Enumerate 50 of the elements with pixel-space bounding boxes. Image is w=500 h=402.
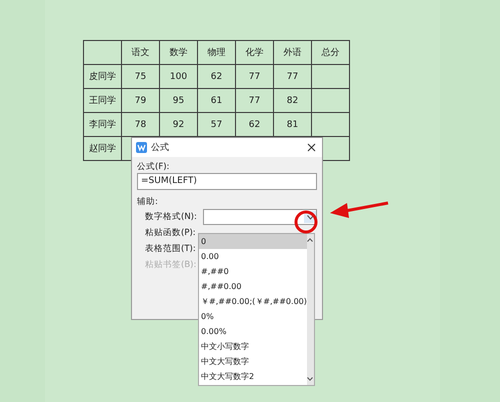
dropdown-option[interactable]: 0.00% [199, 324, 307, 339]
table-cell: 皮同学 [84, 64, 122, 88]
dropdown-option[interactable]: 中文大写数字2 [199, 369, 307, 384]
table-cell: 95 [160, 88, 198, 112]
table-cell: 外语 [274, 40, 312, 64]
formula-field[interactable]: =SUM(LEFT) [137, 173, 317, 190]
annotation-arrow [330, 202, 388, 218]
table-cell [312, 88, 350, 112]
table-cell: 100 [160, 64, 198, 88]
table-cell: 77 [274, 64, 312, 88]
table-cell: 82 [274, 88, 312, 112]
dropdown-option[interactable]: ￥#,##0.00;(￥#,##0.00) [199, 294, 307, 309]
number-format-dropdown[interactable] [203, 209, 317, 225]
table-cell: 61 [198, 88, 236, 112]
table-cell: 79 [122, 88, 160, 112]
field-label: 数字格式(N): [145, 211, 198, 223]
field-label: 表格范围(T): [145, 243, 197, 255]
table-cell [84, 40, 122, 64]
dropdown-option[interactable]: 0 [199, 234, 307, 249]
close-icon[interactable] [307, 143, 316, 152]
table-cell: 77 [236, 88, 274, 112]
dropdown-option[interactable]: 中文大写数字 [199, 354, 307, 369]
dropdown-option[interactable]: #,##0.00 [199, 279, 307, 294]
dialog-title: 公式 [151, 142, 170, 154]
table-cell: 62 [198, 64, 236, 88]
field-label: 粘贴函数(P): [145, 227, 197, 239]
table-cell: 物理 [198, 40, 236, 64]
highlight-circle [294, 210, 318, 234]
table-cell: 王同学 [84, 88, 122, 112]
dropdown-option[interactable]: 0% [199, 309, 307, 324]
table-cell: 赵同学 [84, 136, 122, 160]
table-cell [312, 64, 350, 88]
scrollbar[interactable] [306, 234, 314, 385]
chevron-down-icon[interactable] [307, 377, 314, 381]
table-cell: 75 [122, 64, 160, 88]
dropdown-option[interactable]: #,##0 [199, 264, 307, 279]
dropdown-option[interactable]: 中文小写数字 [199, 339, 307, 354]
table-cell: 77 [236, 64, 274, 88]
table-cell: 李同学 [84, 112, 122, 136]
dropdown-option[interactable]: 0.00 [199, 249, 307, 264]
chevron-up-icon[interactable] [307, 238, 314, 242]
field-label: 公式(F): [137, 161, 170, 173]
table-cell: 总分 [312, 40, 350, 64]
section-label: 辅助: [137, 196, 159, 208]
table-cell: 化学 [236, 40, 274, 64]
table-cell [312, 112, 350, 136]
app-logo-icon [136, 142, 147, 153]
field-label: 粘贴书签(B): [145, 259, 198, 271]
table-cell: 数学 [160, 40, 198, 64]
table-cell: 语文 [122, 40, 160, 64]
